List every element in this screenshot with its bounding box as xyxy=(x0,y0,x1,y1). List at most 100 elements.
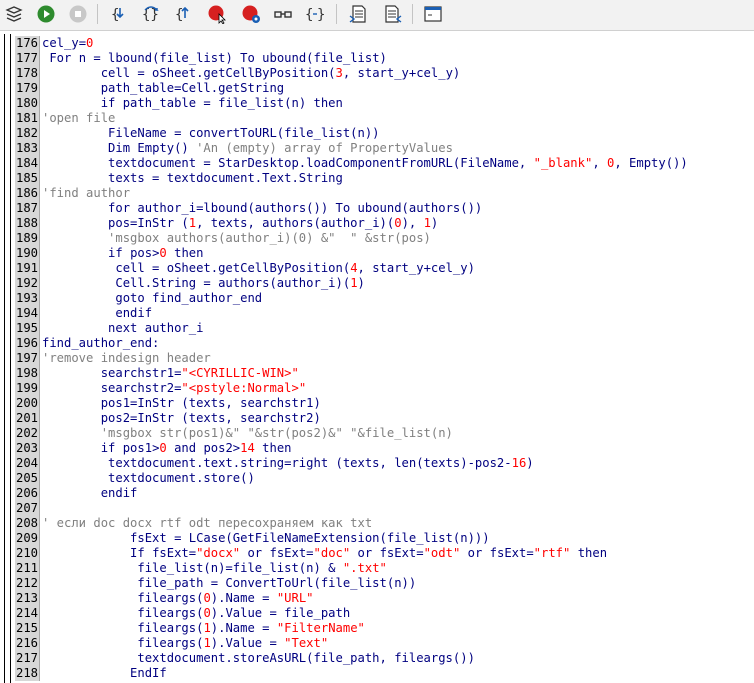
code-token: To xyxy=(240,51,263,65)
step-over-button[interactable]: {} xyxy=(140,3,162,25)
code-text: fileargs(0).Name = "URL" xyxy=(40,591,314,606)
line-number: 202 xyxy=(15,426,40,441)
code-line[interactable]: 176 cel_y=0 xyxy=(15,36,93,51)
code-text: textdocument.storeAsURL(file_path, filea… xyxy=(40,651,475,666)
step-over-icon: {} xyxy=(142,6,159,23)
line-number: 203 xyxy=(15,441,40,456)
code-line[interactable]: 217 textdocument.storeAsURL(file_path, f… xyxy=(15,651,475,666)
code-token: 'remove indesign header xyxy=(42,351,211,365)
manage-breakpoints-button[interactable] xyxy=(240,3,262,25)
code-token: lbound(file_list) xyxy=(108,51,241,65)
breakpoint-gutter[interactable] xyxy=(0,34,15,683)
code-line[interactable]: 202 'msgbox str(pos1)&" "&str(pos2)&" "&… xyxy=(15,426,453,441)
code-token: pos2> xyxy=(203,441,241,455)
code-line[interactable]: 184 textdocument = StarDesktop.loadCompo… xyxy=(15,156,688,171)
code-text: cell = oSheet.getCellByPosition(4, start… xyxy=(40,261,475,276)
code-text: path_table=Cell.getString xyxy=(40,81,284,96)
code-text: endif xyxy=(40,486,138,501)
code-line[interactable]: 193 goto find_author_end xyxy=(15,291,262,306)
code-line[interactable]: 196 find_author_end: xyxy=(15,336,159,351)
watch-button[interactable] xyxy=(272,3,294,25)
code-line[interactable]: 177 For n = lbound(file_list) To ubound(… xyxy=(15,51,387,66)
code-line[interactable]: 207 xyxy=(15,501,42,516)
code-text: fileargs(1).Value = "Text" xyxy=(40,636,328,651)
code-line[interactable]: 215 fileargs(1).Name = "FilterName" xyxy=(15,621,365,636)
code-editor[interactable]: 176 cel_y=0 177 For n = lbound(file_list) … xyxy=(0,34,754,683)
line-number: 217 xyxy=(15,651,40,666)
code-line[interactable]: 195 next author_i xyxy=(15,321,203,336)
code-line[interactable]: 209 fsExt = LCase(GetFileNameExtension(f… xyxy=(15,531,490,546)
code-token: or xyxy=(350,546,380,560)
code-line[interactable]: 180 if path_table = file_list(n) then xyxy=(15,96,343,111)
toolbar-separator xyxy=(412,4,413,24)
code-line[interactable]: 204 textdocument.text.string=right (text… xyxy=(15,456,534,471)
line-number: 189 xyxy=(15,231,40,246)
line-number: 209 xyxy=(15,531,40,546)
code-line[interactable]: 186'find author xyxy=(15,186,130,201)
code-line[interactable]: 197'remove indesign header xyxy=(15,351,211,366)
code-line[interactable]: 205 textdocument.store() xyxy=(15,471,255,486)
code-text: endif xyxy=(40,306,152,321)
code-line[interactable]: 194 endif xyxy=(15,306,152,321)
code-token: file_path = ConvertToUrl(file_list(n)) xyxy=(42,576,417,590)
step-out-button[interactable]: { xyxy=(172,3,194,25)
svg-text:{: { xyxy=(305,7,313,23)
code-line[interactable]: 208 ' если doc docx rtf odt пересохраняем… xyxy=(15,516,372,531)
code-token: "docx" xyxy=(196,546,241,560)
code-token: 1 xyxy=(423,216,431,230)
code-line[interactable]: 206 endif xyxy=(15,486,137,501)
run-button[interactable] xyxy=(35,3,57,25)
code-line[interactable]: 214 fileargs(0).Value = file_path xyxy=(15,606,350,621)
code-line[interactable]: 211 file_list(n)=file_list(n) & ".txt" xyxy=(15,561,387,576)
code-token: n = xyxy=(78,51,109,65)
code-token: 1 xyxy=(203,621,211,635)
code-token: fileargs( xyxy=(42,606,204,620)
code-line[interactable]: 192 Cell.String = authors(author_i)(1) xyxy=(15,276,365,291)
code-line[interactable]: 190 if pos>0 then xyxy=(15,246,203,261)
code-line[interactable]: 199 searchstr2="<pstyle:Normal>" xyxy=(15,381,306,396)
code-line[interactable]: 179 path_table=Cell.getString xyxy=(15,81,284,96)
code-token: "Text" xyxy=(284,636,329,650)
save-source-button[interactable] xyxy=(381,3,403,25)
code-line[interactable]: 183 Dim Empty() 'An (empty) array of Pro… xyxy=(15,141,453,156)
code-line[interactable]: 210 If fsExt="docx" or fsExt="doc" or fs… xyxy=(15,546,607,561)
step-into-icon: { xyxy=(111,7,124,23)
window-icon xyxy=(424,6,442,22)
code-line[interactable]: 198 searchstr1="<CYRILLIC-WIN>" xyxy=(15,366,299,381)
code-text: cell = oSheet.getCellByPosition(3, start… xyxy=(40,66,461,81)
code-token: For xyxy=(42,51,79,65)
step-into-button[interactable]: { xyxy=(108,3,130,25)
code-line[interactable]: 187 for author_i=lbound(authors()) To ub… xyxy=(15,201,482,216)
code-line[interactable]: 181'open file xyxy=(15,111,115,126)
code-token: for xyxy=(42,201,138,215)
code-line[interactable]: 213 fileargs(0).Name = "URL" xyxy=(15,591,314,606)
code-line[interactable]: 203 if pos1>0 and pos2>14 then xyxy=(15,441,292,456)
code-line[interactable]: 189 'msgbox authors(author_i)(0) &" " &s… xyxy=(15,231,431,246)
select-module-button[interactable] xyxy=(3,3,25,25)
insert-text-button[interactable] xyxy=(348,3,370,25)
code-token: 0 xyxy=(203,606,211,620)
code-token: 14 xyxy=(240,441,255,455)
code-line[interactable]: 185 texts = textdocument.Text.String xyxy=(15,171,343,186)
code-token: fileargs( xyxy=(42,621,204,635)
code-line[interactable]: 212 file_path = ConvertToUrl(file_list(n… xyxy=(15,576,416,591)
dialog-button[interactable] xyxy=(422,3,444,25)
breakpoint-button[interactable] xyxy=(206,3,228,25)
code-token: fsExt= xyxy=(152,546,197,560)
code-token: then xyxy=(166,246,204,260)
find-parentheses-button[interactable]: {} xyxy=(304,3,326,25)
code-line[interactable]: 216 fileargs(1).Value = "Text" xyxy=(15,636,328,651)
code-line[interactable]: 201 pos2=InStr (texts, searchstr2) xyxy=(15,411,321,426)
code-token: "URL" xyxy=(276,591,314,605)
svg-text:}: } xyxy=(317,7,325,23)
code-line[interactable]: 188 pos=InStr (1, texts, authors(author_… xyxy=(15,216,438,231)
code-text: textdocument = StarDesktop.loadComponent… xyxy=(40,156,688,171)
code-line[interactable]: 200 pos1=InStr (texts, searchstr1) xyxy=(15,396,321,411)
code-line[interactable]: 191 cell = oSheet.getCellByPosition(4, s… xyxy=(15,261,475,276)
code-line[interactable]: 178 cell = oSheet.getCellByPosition(3, s… xyxy=(15,66,460,81)
code-token: endif xyxy=(42,306,153,320)
stop-button[interactable] xyxy=(67,3,89,25)
code-token: pos2=InStr (texts, searchstr2) xyxy=(42,411,321,425)
code-line[interactable]: 218 EndIf xyxy=(15,666,167,681)
code-line[interactable]: 182 FileName = convertToURL(file_list(n)… xyxy=(15,126,380,141)
